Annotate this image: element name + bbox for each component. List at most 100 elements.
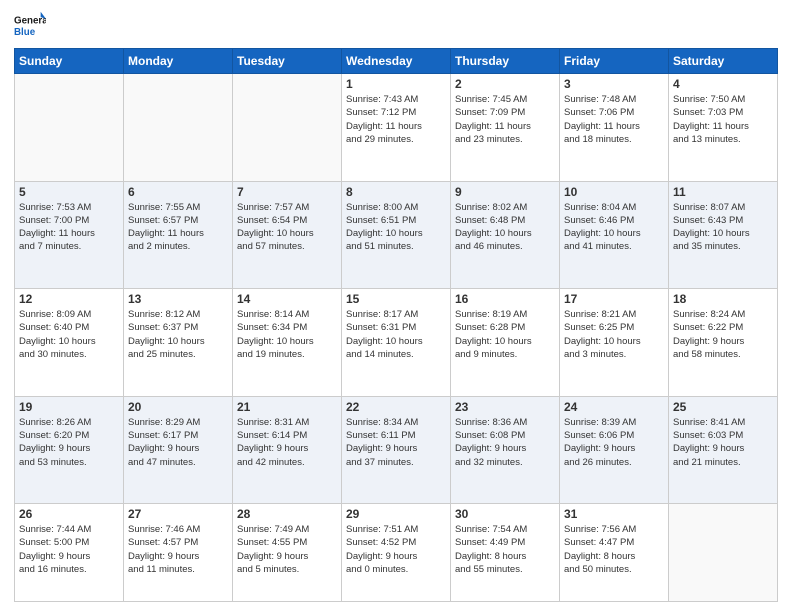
day-number: 26 (19, 507, 119, 521)
calendar-cell: 18 Sunrise: 8:24 AM Sunset: 6:22 PM Dayli… (669, 289, 778, 397)
day-info: Sunrise: 7:46 AM Sunset: 4:57 PM Dayligh… (128, 523, 228, 576)
calendar-cell: 17 Sunrise: 8:21 AM Sunset: 6:25 PM Dayli… (560, 289, 669, 397)
day-number: 28 (237, 507, 337, 521)
day-info: Sunrise: 8:26 AM Sunset: 6:20 PM Dayligh… (19, 416, 119, 469)
day-number: 13 (128, 292, 228, 306)
day-info: Sunrise: 8:34 AM Sunset: 6:11 PM Dayligh… (346, 416, 446, 469)
day-number: 16 (455, 292, 555, 306)
day-info: Sunrise: 8:14 AM Sunset: 6:34 PM Dayligh… (237, 308, 337, 361)
day-number: 29 (346, 507, 446, 521)
calendar-cell: 11Sunrise: 8:07 AM Sunset: 6:43 PM Dayli… (669, 181, 778, 289)
day-info: Sunrise: 8:12 AM Sunset: 6:37 PM Dayligh… (128, 308, 228, 361)
calendar-cell: 23 Sunrise: 8:36 AM Sunset: 6:08 PM Dayli… (451, 396, 560, 504)
calendar-cell: 2 Sunrise: 7:45 AM Sunset: 7:09 PM Daylig… (451, 74, 560, 182)
day-info: Sunrise: 8:31 AM Sunset: 6:14 PM Dayligh… (237, 416, 337, 469)
calendar-cell (15, 74, 124, 182)
day-number: 3 (564, 77, 664, 91)
calendar-cell: 7 Sunrise: 7:57 AM Sunset: 6:54 PM Daylig… (233, 181, 342, 289)
calendar-cell: 20Sunrise: 8:29 AM Sunset: 6:17 PM Dayli… (124, 396, 233, 504)
day-info: Sunrise: 7:49 AM Sunset: 4:55 PM Dayligh… (237, 523, 337, 576)
day-number: 2 (455, 77, 555, 91)
calendar-cell: 1 Sunrise: 7:43 AM Sunset: 7:12 PM Daylig… (342, 74, 451, 182)
day-number: 4 (673, 77, 773, 91)
calendar-cell: 8 Sunrise: 8:00 AM Sunset: 6:51 PM Daylig… (342, 181, 451, 289)
day-number: 25 (673, 400, 773, 414)
calendar-cell (669, 504, 778, 602)
day-number: 12 (19, 292, 119, 306)
day-info: Sunrise: 8:00 AM Sunset: 6:51 PM Dayligh… (346, 201, 446, 254)
calendar-week-row: 1 Sunrise: 7:43 AM Sunset: 7:12 PM Daylig… (15, 74, 778, 182)
day-info: Sunrise: 8:19 AM Sunset: 6:28 PM Dayligh… (455, 308, 555, 361)
day-number: 24 (564, 400, 664, 414)
day-info: Sunrise: 8:04 AM Sunset: 6:46 PM Dayligh… (564, 201, 664, 254)
calendar-cell: 31 Sunrise: 7:56 AM Sunset: 4:47 PM Dayli… (560, 504, 669, 602)
day-info: Sunrise: 8:39 AM Sunset: 6:06 PM Dayligh… (564, 416, 664, 469)
day-number: 1 (346, 77, 446, 91)
weekday-header-friday: Friday (560, 49, 669, 74)
calendar-cell: 19Sunrise: 8:26 AM Sunset: 6:20 PM Dayli… (15, 396, 124, 504)
calendar-week-row: 12Sunrise: 8:09 AM Sunset: 6:40 PM Dayli… (15, 289, 778, 397)
day-info: Sunrise: 8:29 AM Sunset: 6:17 PM Dayligh… (128, 416, 228, 469)
day-info: Sunrise: 7:54 AM Sunset: 4:49 PM Dayligh… (455, 523, 555, 576)
day-number: 30 (455, 507, 555, 521)
svg-text:Blue: Blue (14, 27, 36, 38)
weekday-header-monday: Monday (124, 49, 233, 74)
day-number: 5 (19, 185, 119, 199)
day-number: 7 (237, 185, 337, 199)
logo: General Blue (14, 10, 46, 42)
calendar-cell: 16 Sunrise: 8:19 AM Sunset: 6:28 PM Dayli… (451, 289, 560, 397)
calendar-week-row: 19Sunrise: 8:26 AM Sunset: 6:20 PM Dayli… (15, 396, 778, 504)
calendar-body: 1 Sunrise: 7:43 AM Sunset: 7:12 PM Daylig… (15, 74, 778, 602)
day-number: 23 (455, 400, 555, 414)
calendar-week-row: 26 Sunrise: 7:44 AM Sunset: 5:00 PM Dayli… (15, 504, 778, 602)
calendar-cell: 9Sunrise: 8:02 AM Sunset: 6:48 PM Daylig… (451, 181, 560, 289)
day-number: 8 (346, 185, 446, 199)
calendar-cell: 13 Sunrise: 8:12 AM Sunset: 6:37 PM Dayli… (124, 289, 233, 397)
weekday-header-sunday: Sunday (15, 49, 124, 74)
day-info: Sunrise: 7:57 AM Sunset: 6:54 PM Dayligh… (237, 201, 337, 254)
weekday-header-tuesday: Tuesday (233, 49, 342, 74)
calendar-cell: 28 Sunrise: 7:49 AM Sunset: 4:55 PM Dayli… (233, 504, 342, 602)
calendar-cell: 6 Sunrise: 7:55 AM Sunset: 6:57 PM Daylig… (124, 181, 233, 289)
calendar-table: SundayMondayTuesdayWednesdayThursdayFrid… (14, 48, 778, 602)
day-number: 10 (564, 185, 664, 199)
calendar-week-row: 5Sunrise: 7:53 AM Sunset: 7:00 PM Daylig… (15, 181, 778, 289)
day-number: 14 (237, 292, 337, 306)
weekday-header-thursday: Thursday (451, 49, 560, 74)
day-info: Sunrise: 7:51 AM Sunset: 4:52 PM Dayligh… (346, 523, 446, 576)
day-number: 18 (673, 292, 773, 306)
day-info: Sunrise: 7:55 AM Sunset: 6:57 PM Dayligh… (128, 201, 228, 254)
day-info: Sunrise: 7:44 AM Sunset: 5:00 PM Dayligh… (19, 523, 119, 576)
page: General Blue SundayMondayTuesdayWednesda… (0, 0, 792, 612)
weekday-header-saturday: Saturday (669, 49, 778, 74)
day-info: Sunrise: 8:02 AM Sunset: 6:48 PM Dayligh… (455, 201, 555, 254)
day-info: Sunrise: 8:41 AM Sunset: 6:03 PM Dayligh… (673, 416, 773, 469)
calendar-cell: 4 Sunrise: 7:50 AM Sunset: 7:03 PM Daylig… (669, 74, 778, 182)
day-number: 6 (128, 185, 228, 199)
calendar-cell: 25 Sunrise: 8:41 AM Sunset: 6:03 PM Dayli… (669, 396, 778, 504)
calendar-cell: 10 Sunrise: 8:04 AM Sunset: 6:46 PM Dayli… (560, 181, 669, 289)
calendar-cell (233, 74, 342, 182)
calendar-cell: 3 Sunrise: 7:48 AM Sunset: 7:06 PM Daylig… (560, 74, 669, 182)
day-number: 17 (564, 292, 664, 306)
day-number: 21 (237, 400, 337, 414)
day-info: Sunrise: 7:56 AM Sunset: 4:47 PM Dayligh… (564, 523, 664, 576)
calendar-cell: 27 Sunrise: 7:46 AM Sunset: 4:57 PM Dayli… (124, 504, 233, 602)
calendar-cell: 24 Sunrise: 8:39 AM Sunset: 6:06 PM Dayli… (560, 396, 669, 504)
day-info: Sunrise: 7:45 AM Sunset: 7:09 PM Dayligh… (455, 93, 555, 146)
day-info: Sunrise: 8:36 AM Sunset: 6:08 PM Dayligh… (455, 416, 555, 469)
day-info: Sunrise: 8:21 AM Sunset: 6:25 PM Dayligh… (564, 308, 664, 361)
day-info: Sunrise: 8:17 AM Sunset: 6:31 PM Dayligh… (346, 308, 446, 361)
day-number: 31 (564, 507, 664, 521)
day-number: 27 (128, 507, 228, 521)
day-number: 15 (346, 292, 446, 306)
calendar-cell: 22Sunrise: 8:34 AM Sunset: 6:11 PM Dayli… (342, 396, 451, 504)
day-info: Sunrise: 8:24 AM Sunset: 6:22 PM Dayligh… (673, 308, 773, 361)
calendar-cell: 5Sunrise: 7:53 AM Sunset: 7:00 PM Daylig… (15, 181, 124, 289)
day-info: Sunrise: 7:43 AM Sunset: 7:12 PM Dayligh… (346, 93, 446, 146)
calendar-cell: 14 Sunrise: 8:14 AM Sunset: 6:34 PM Dayli… (233, 289, 342, 397)
calendar-cell: 21 Sunrise: 8:31 AM Sunset: 6:14 PM Dayli… (233, 396, 342, 504)
day-info: Sunrise: 7:50 AM Sunset: 7:03 PM Dayligh… (673, 93, 773, 146)
logo-icon: General Blue (14, 10, 46, 42)
day-info: Sunrise: 7:48 AM Sunset: 7:06 PM Dayligh… (564, 93, 664, 146)
